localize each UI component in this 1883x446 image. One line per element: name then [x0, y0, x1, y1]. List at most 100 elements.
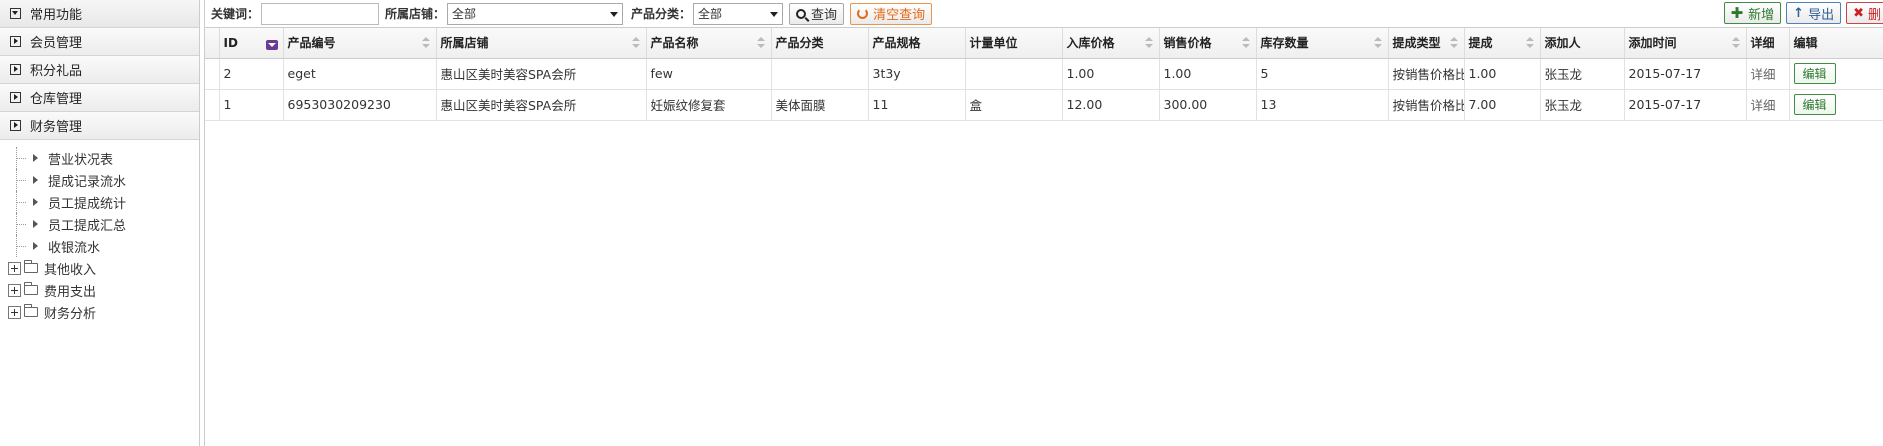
caret-right-icon — [33, 176, 38, 184]
folder-icon — [24, 282, 38, 295]
table-row[interactable]: 1 6953030209230 惠山区美时美容SPA会所 妊娠纹修复套 美体面膜… — [205, 89, 1883, 121]
tree-item-business-status[interactable]: 营业状况表 — [0, 147, 199, 169]
accordion-points-gifts[interactable]: 积分礼品 — [0, 56, 199, 84]
delete-button[interactable]: ✖ 删 — [1846, 2, 1883, 24]
chevron-down-icon — [770, 11, 779, 17]
cell-stock: 5 — [1256, 58, 1389, 90]
keyword-input[interactable] — [261, 2, 380, 25]
edit-button[interactable]: 编辑 — [1793, 94, 1836, 115]
row-number-cell — [205, 89, 220, 121]
accordion-members[interactable]: 会员管理 — [0, 28, 199, 56]
detail-link[interactable]: 详细 — [1751, 67, 1776, 82]
column-header-label: 提成 — [1468, 36, 1493, 51]
cell-id: 1 — [219, 89, 284, 121]
tree-folder-expenses[interactable]: 费用支出 — [0, 279, 199, 301]
store-select-value: 全部 — [452, 7, 477, 21]
tree-item-cash-flow[interactable]: 收银流水 — [0, 235, 199, 257]
tree-item-label: 员工提成统计 — [48, 196, 127, 212]
sort-icon[interactable] — [1144, 37, 1153, 49]
search-icon — [796, 8, 807, 19]
sort-icon[interactable] — [421, 37, 430, 49]
cell-commission-type: 按销售价格比例 — [1388, 89, 1465, 121]
store-select[interactable]: 全部 — [447, 2, 624, 25]
tree-item-label: 其他收入 — [44, 262, 97, 278]
cell-spec: 3t3y — [868, 58, 966, 90]
column-header-unit[interactable]: 计量单位 — [965, 28, 1063, 59]
accordion-finance[interactable]: 财务管理 — [0, 112, 199, 140]
product-grid: ID 产品编号 所属店铺 产品名称 产品分类 产品规格 计量单位 入库价格 销售… — [205, 28, 1883, 121]
arrow-up-icon: ↑ — [1793, 5, 1805, 21]
accordion-common[interactable]: 常用功能 — [0, 0, 199, 28]
column-header-code[interactable]: 产品编号 — [283, 28, 437, 59]
clear-button-label: 清空查询 — [873, 8, 926, 23]
plus-expand-icon[interactable] — [8, 305, 21, 319]
tree-folder-other-income[interactable]: 其他收入 — [0, 257, 199, 279]
row-number-cell — [205, 58, 220, 90]
column-header-date[interactable]: 添加时间 — [1624, 28, 1747, 59]
caret-right-icon — [33, 154, 38, 162]
collapse-down-icon — [10, 8, 21, 19]
plus-expand-icon[interactable] — [8, 283, 21, 297]
keyword-label: 关键词： — [211, 7, 260, 21]
cell-in-price: 1.00 — [1062, 58, 1160, 90]
cell-category: 美体面膜 — [771, 89, 869, 121]
sort-icon[interactable] — [631, 37, 640, 49]
accordion-warehouse[interactable]: 仓库管理 — [0, 84, 199, 112]
expand-right-icon — [10, 92, 21, 103]
action-buttons: ✚ 新增 ↑ 导出 ✖ 删 — [1723, 2, 1883, 24]
column-header-adder[interactable]: 添加人 — [1540, 28, 1625, 59]
cell-unit: 盒 — [965, 89, 1063, 121]
search-toolbar: 关键词： 所属店铺： 全部 产品分类： 全部 查询 清空查询 ✚ 新增 ↑ 导出… — [205, 0, 1883, 28]
column-header-store[interactable]: 所属店铺 — [436, 28, 647, 59]
column-header-commission[interactable]: 提成 — [1464, 28, 1541, 59]
cell-date: 2015-07-17 — [1624, 58, 1747, 90]
sort-icon[interactable] — [1373, 37, 1382, 49]
tree-item-commission-records[interactable]: 提成记录流水 — [0, 169, 199, 191]
main-panel: 关键词： 所属店铺： 全部 产品分类： 全部 查询 清空查询 ✚ 新增 ↑ 导出… — [204, 0, 1883, 446]
column-header-spec[interactable]: 产品规格 — [868, 28, 966, 59]
column-header-id[interactable]: ID — [219, 28, 284, 59]
add-button[interactable]: ✚ 新增 — [1723, 2, 1782, 24]
table-row[interactable]: 2 eget 惠山区美时美容SPA会所 few 3t3y 1.00 1.00 5… — [205, 58, 1883, 90]
cell-in-price: 12.00 — [1062, 89, 1160, 121]
category-label: 产品分类： — [631, 7, 692, 21]
row-number-header — [205, 28, 220, 59]
cell-edit: 编辑 — [1789, 89, 1883, 121]
column-header-stock[interactable]: 库存数量 — [1256, 28, 1389, 59]
sort-desc-icon[interactable] — [265, 40, 278, 50]
column-header-in-price[interactable]: 入库价格 — [1062, 28, 1160, 59]
plus-expand-icon[interactable] — [8, 261, 21, 275]
cell-store: 惠山区美时美容SPA会所 — [436, 89, 647, 121]
category-select[interactable]: 全部 — [693, 2, 784, 25]
edit-button[interactable]: 编辑 — [1793, 63, 1836, 84]
column-header-label: 计量单位 — [969, 36, 1018, 51]
tree-item-label: 员工提成汇总 — [48, 218, 127, 234]
accordion-label: 积分礼品 — [30, 64, 83, 79]
column-header-label: 产品名称 — [650, 36, 699, 51]
column-header-name[interactable]: 产品名称 — [646, 28, 772, 59]
sort-icon[interactable] — [1449, 37, 1458, 49]
column-header-label: 所属店铺 — [440, 36, 489, 51]
column-header-commission-type[interactable]: 提成类型 — [1388, 28, 1465, 59]
clear-search-button[interactable]: 清空查询 — [850, 2, 933, 25]
tree-item-commission-stats[interactable]: 员工提成统计 — [0, 191, 199, 213]
sort-icon[interactable] — [1525, 37, 1534, 49]
sort-icon[interactable] — [1731, 37, 1740, 49]
column-header-label: 库存数量 — [1260, 36, 1309, 51]
cell-unit — [965, 58, 1063, 90]
detail-link[interactable]: 详细 — [1751, 98, 1776, 113]
tree-item-label: 提成记录流水 — [48, 174, 127, 190]
column-header-category[interactable]: 产品分类 — [771, 28, 869, 59]
tree-item-commission-summary[interactable]: 员工提成汇总 — [0, 213, 199, 235]
cell-adder: 张玉龙 — [1540, 58, 1625, 90]
export-button[interactable]: ↑ 导出 — [1786, 2, 1842, 24]
tree-folder-financial-analysis[interactable]: 财务分析 — [0, 301, 199, 323]
accordion-label: 财务管理 — [30, 120, 83, 135]
column-header-label: 提成类型 — [1392, 36, 1441, 51]
sort-icon[interactable] — [756, 37, 765, 49]
column-header-label: 添加人 — [1544, 36, 1581, 51]
column-header-sale-price[interactable]: 销售价格 — [1159, 28, 1257, 59]
cell-name: few — [646, 58, 772, 90]
search-button[interactable]: 查询 — [789, 2, 845, 25]
sort-icon[interactable] — [1241, 37, 1250, 49]
